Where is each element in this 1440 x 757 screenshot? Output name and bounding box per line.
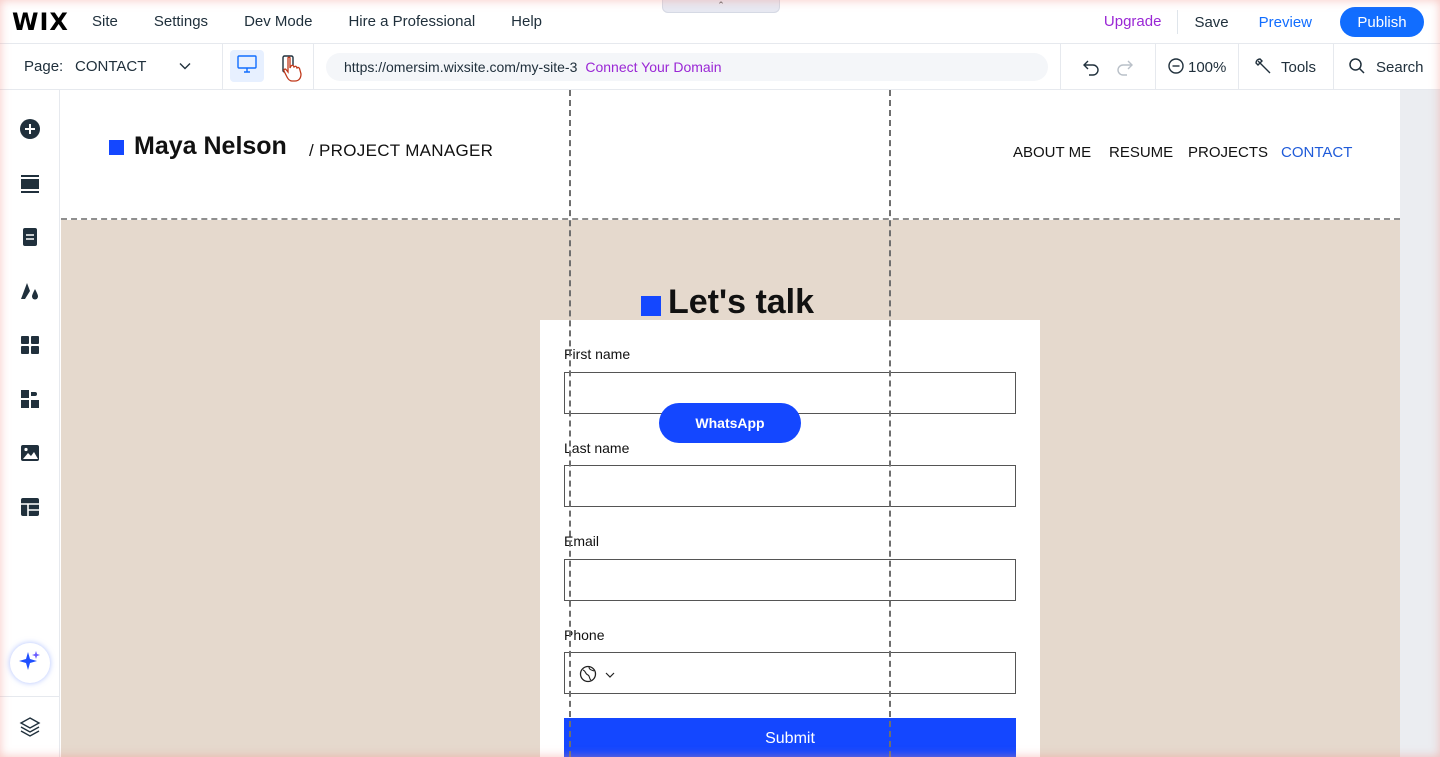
search-button[interactable]: Search [1376, 59, 1424, 76]
redo-icon[interactable] [1115, 57, 1135, 82]
whatsapp-button[interactable]: WhatsApp [659, 403, 801, 443]
collapse-toolbar-tab[interactable]: ⌃ [662, 0, 780, 13]
globe-icon[interactable] [579, 665, 597, 688]
menu-hire-professional[interactable]: Hire a Professional [348, 13, 475, 30]
phone-field[interactable] [564, 652, 1016, 694]
nav-about-me[interactable]: ABOUT ME [1013, 144, 1091, 161]
left-sidebar [0, 90, 60, 757]
brand-role[interactable]: / PROJECT MANAGER [309, 141, 493, 161]
desktop-icon [236, 54, 258, 79]
menu-dev-mode[interactable]: Dev Mode [244, 13, 312, 30]
site-header[interactable]: Maya Nelson / PROJECT MANAGER ABOUT ME R… [61, 90, 1400, 220]
desktop-view-button[interactable] [230, 50, 264, 82]
chevron-down-icon[interactable] [178, 59, 192, 78]
email-field[interactable] [564, 559, 1016, 601]
ai-assistant-icon [18, 649, 42, 678]
brand-square [109, 140, 124, 155]
site-page[interactable]: Maya Nelson / PROJECT MANAGER ABOUT ME R… [61, 90, 1400, 757]
search-icon[interactable] [1348, 57, 1366, 80]
layers-icon[interactable] [18, 715, 42, 739]
section-title[interactable]: Let's talk [668, 283, 814, 322]
site-url: https://omersim.wixsite.com/my-site-3 [344, 59, 578, 75]
brand-name[interactable]: Maya Nelson [134, 132, 287, 161]
page-label: Page: [24, 58, 64, 75]
media-icon[interactable] [18, 441, 42, 465]
upgrade-link[interactable]: Upgrade [1104, 10, 1179, 34]
zoom-out-icon[interactable] [1167, 57, 1185, 80]
menu-site[interactable]: Site [92, 13, 118, 30]
chevron-down-icon[interactable] [605, 667, 615, 685]
first-name-label: First name [564, 346, 631, 362]
site-url-bar[interactable]: https://omersim.wixsite.com/my-site-3 Con… [326, 53, 1048, 81]
zoom-level[interactable]: 100% [1188, 59, 1226, 76]
connect-domain-link[interactable]: Connect Your Domain [585, 59, 721, 75]
save-button[interactable]: Save [1194, 14, 1228, 31]
cms-icon[interactable] [18, 495, 42, 519]
menu-settings[interactable]: Settings [154, 13, 208, 30]
business-apps-icon[interactable] [18, 387, 42, 411]
nav-resume[interactable]: RESUME [1109, 144, 1173, 161]
mouse-cursor-icon [282, 56, 304, 89]
last-name-field[interactable] [564, 465, 1016, 507]
nav-projects[interactable]: PROJECTS [1188, 144, 1268, 161]
apps-icon[interactable] [18, 333, 42, 357]
tools-button[interactable]: Tools [1281, 59, 1316, 76]
add-elements-icon[interactable] [18, 117, 42, 141]
menu-help[interactable]: Help [511, 13, 542, 30]
undo-icon[interactable] [1081, 57, 1101, 82]
gridline-left [569, 90, 571, 757]
publish-button[interactable]: Publish [1340, 7, 1424, 37]
wix-logo[interactable]: WIX [12, 8, 92, 36]
submit-button[interactable]: Submit [564, 718, 1016, 757]
title-square [641, 296, 661, 316]
nav-contact[interactable]: CONTACT [1281, 144, 1352, 161]
wrench-icon[interactable] [1254, 57, 1274, 82]
gridline-right [889, 90, 891, 757]
page-selector[interactable]: CONTACT [75, 58, 146, 75]
last-name-label: Last name [564, 440, 630, 456]
pages-icon[interactable] [18, 225, 42, 249]
contact-form[interactable]: First name Last name Email Phone Submit [540, 320, 1040, 757]
preview-button[interactable]: Preview [1259, 14, 1312, 31]
site-design-icon[interactable] [18, 279, 42, 303]
sections-icon[interactable] [18, 171, 42, 195]
ai-assistant-button[interactable] [10, 643, 50, 683]
